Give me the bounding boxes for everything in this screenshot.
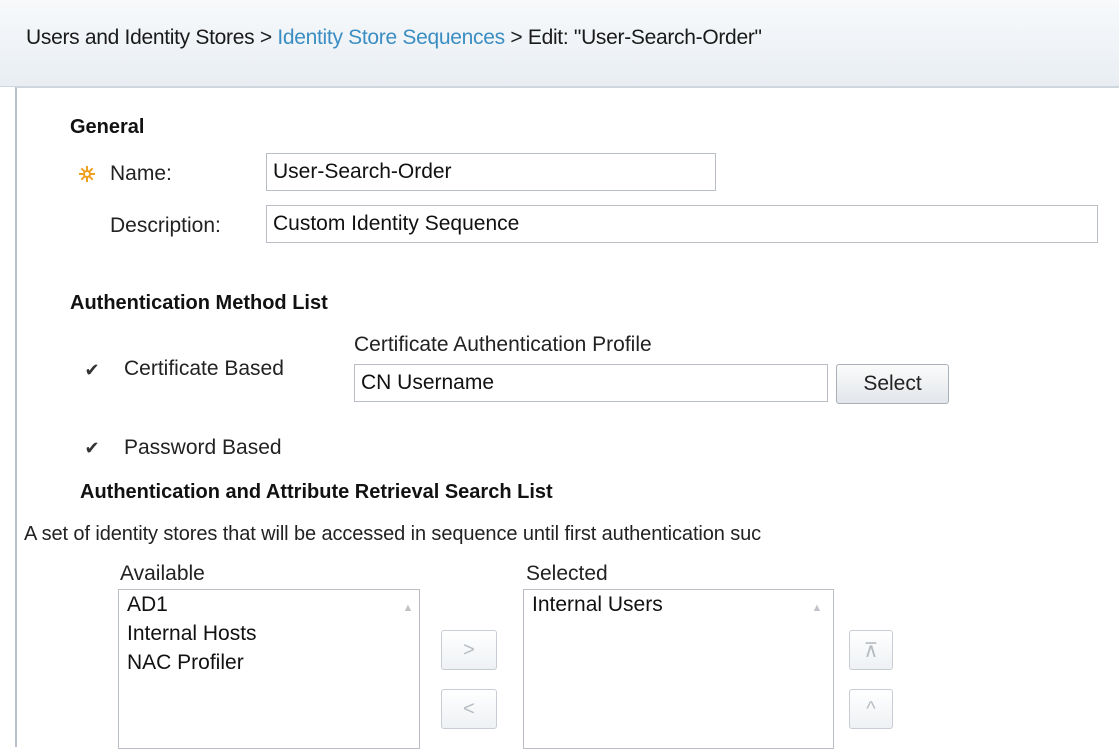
checkmark-icon: ✔ bbox=[84, 437, 100, 458]
move-right-button[interactable]: > bbox=[441, 630, 497, 670]
password-based-label: Password Based bbox=[124, 436, 282, 459]
breadcrumb-separator: > bbox=[259, 26, 272, 49]
breadcrumb: Users and Identity Stores > Identity Sto… bbox=[26, 26, 762, 50]
name-input[interactable] bbox=[266, 153, 716, 191]
list-item-internal-hosts[interactable]: Internal Hosts bbox=[127, 622, 257, 646]
selected-label: Selected bbox=[526, 562, 608, 585]
breadcrumb-link-identity-store-sequences[interactable]: Identity Store Sequences bbox=[277, 26, 505, 49]
certificate-based-label: Certificate Based bbox=[124, 357, 284, 380]
available-listbox[interactable]: AD1 Internal Hosts NAC Profiler ▲ bbox=[118, 589, 420, 749]
breadcrumb-root: Users and Identity Stores bbox=[26, 26, 255, 49]
select-button[interactable]: Select bbox=[836, 364, 949, 404]
search-list-description: A set of identity stores that will be ac… bbox=[24, 523, 762, 545]
list-item-internal-users[interactable]: Internal Users bbox=[532, 593, 663, 617]
list-item-nac-profiler[interactable]: NAC Profiler bbox=[127, 651, 244, 675]
section-title-general: General bbox=[70, 116, 145, 138]
list-item-ad1[interactable]: AD1 bbox=[127, 593, 168, 617]
certificate-authentication-profile-input[interactable] bbox=[354, 364, 828, 402]
required-asterisk-icon bbox=[79, 166, 95, 182]
move-top-button[interactable]: ⊼ bbox=[849, 630, 893, 670]
move-up-icon: ^ bbox=[866, 697, 876, 720]
header-bar: Users and Identity Stores > Identity Sto… bbox=[0, 0, 1119, 87]
scroll-up-icon[interactable]: ▲ bbox=[401, 602, 415, 616]
certificate-based-checkbox[interactable]: ✔ bbox=[82, 360, 102, 380]
certificate-authentication-profile-label: Certificate Authentication Profile bbox=[354, 333, 652, 356]
selected-listbox[interactable]: Internal Users ▲ bbox=[523, 589, 834, 749]
move-left-button[interactable]: < bbox=[441, 689, 497, 729]
section-title-search-list: Authentication and Attribute Retrieval S… bbox=[80, 481, 553, 503]
section-title-authentication-method-list: Authentication Method List bbox=[70, 292, 328, 314]
checkmark-icon: ✔ bbox=[84, 359, 100, 380]
breadcrumb-current: Edit: "User-Search-Order" bbox=[527, 26, 762, 49]
move-up-button[interactable]: ^ bbox=[849, 689, 893, 729]
move-to-top-icon: ⊼ bbox=[863, 639, 879, 662]
breadcrumb-separator: > bbox=[510, 26, 523, 49]
description-label: Description: bbox=[110, 214, 221, 237]
available-label: Available bbox=[120, 562, 205, 585]
name-label: Name: bbox=[110, 162, 172, 185]
scroll-up-icon[interactable]: ▲ bbox=[810, 602, 824, 616]
password-based-checkbox[interactable]: ✔ bbox=[82, 438, 102, 458]
description-input[interactable] bbox=[266, 205, 1098, 243]
